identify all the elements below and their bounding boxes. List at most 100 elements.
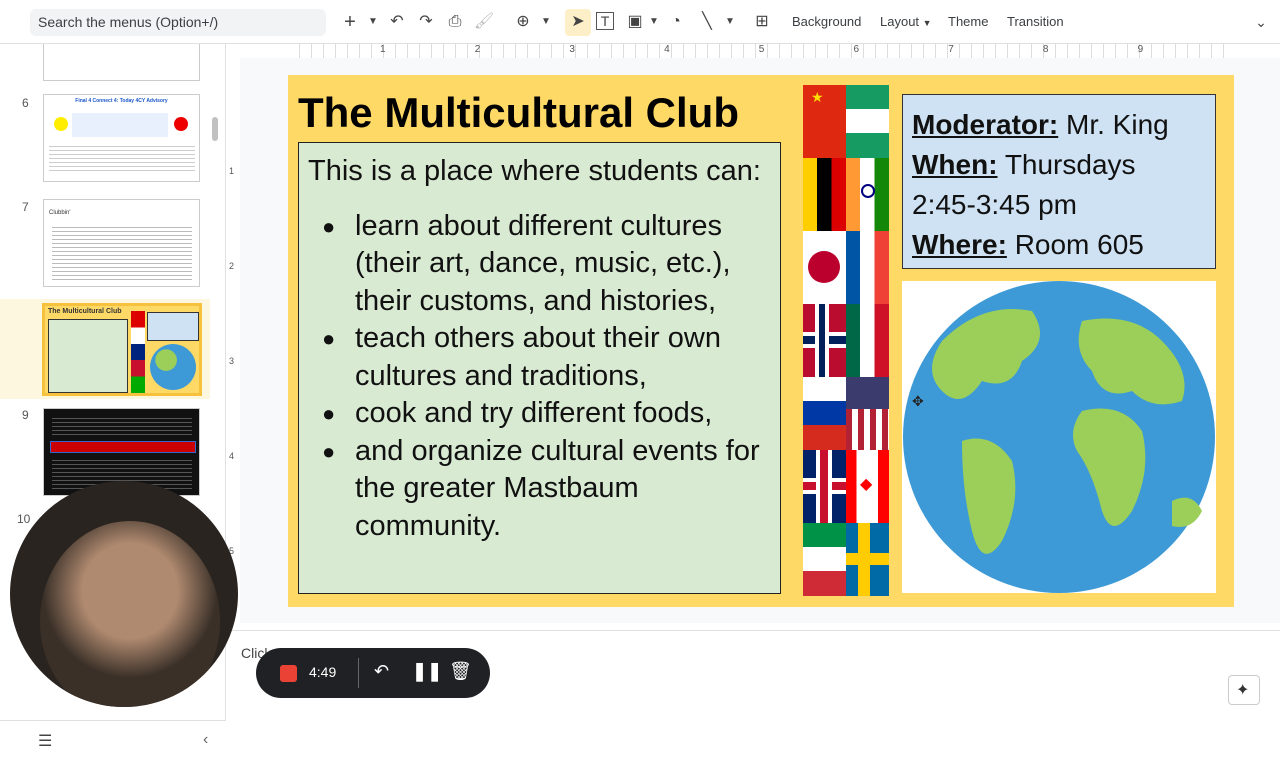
slide-thumbnail-5[interactable] [43,44,200,81]
slide-thumbnail-6[interactable]: Final 4 Connect 4: Today 4CY Advisory [43,94,200,182]
when-line: When: Thursdays [912,145,1206,185]
move-cursor-icon: ✥ [912,393,924,409]
transition-button[interactable]: Transition [1007,14,1064,29]
text-box-icon[interactable]: T [596,12,614,30]
divider [358,658,359,688]
vertical-ruler[interactable]: 12345 [226,58,240,618]
stop-recording-button[interactable] [280,665,297,682]
yellow-dot [54,117,68,131]
japan-flag [803,231,846,304]
toolbar: Search the menus (Option+/) + ▼ ↶ ↷ ⎙ 🖌 … [0,0,1280,44]
ruler-tick-label: 3 [229,356,235,366]
filmstrip-scrollbar[interactable] [212,117,218,141]
where-label: Where: [912,229,1007,260]
when-value: Thursdays [1004,149,1136,180]
germany-flag [803,158,846,231]
usa-flag [846,377,889,450]
image-dropdown-icon[interactable]: ▼ [643,12,665,32]
bullet-item: teach others about their own cultures an… [308,320,771,395]
moderator-label: Moderator: [912,109,1059,140]
grid-view-icon[interactable]: ☰ [38,731,52,751]
where-line: Where: Room 605 [912,225,1206,265]
france-flag [846,231,889,304]
ruler-tick-label: 4 [664,44,670,55]
ruler-tick-label: 2 [474,44,481,55]
bullet-item: and organize cultural events for the gre… [308,433,771,546]
assistant-button[interactable]: ✦ [1228,675,1260,705]
shape-icon[interactable]: ◔ [665,12,687,32]
ruler-tick-label: 1 [380,44,386,55]
comment-icon[interactable]: ⊞ [751,12,773,32]
ruler-tick-label: 7 [948,44,954,55]
slide-thumbnail-8[interactable]: The Multicultural Club [42,303,202,396]
horizontal-ruler[interactable]: 1 2 3 4 5 6 7 8 9 [288,44,1234,58]
bullet-item: cook and try different foods, [308,395,771,433]
slide-number: 7 [22,200,29,214]
slide-number: 10 [17,512,31,526]
globe-icon [903,281,1215,593]
thumbnail-text-box [48,319,128,393]
text-lines [52,415,192,437]
red-banner [50,441,196,453]
bullet-item: learn about different cultures (their ar… [308,208,771,321]
slide-title[interactable]: The Multicultural Club [298,89,739,137]
india-flag [846,158,889,231]
slide-number: 6 [22,96,29,110]
zoom-dropdown-icon[interactable]: ▼ [535,12,557,32]
recorder-controls: 4:49 ↶ ❚❚ 🗑 [256,648,490,698]
thumbnail-globe [150,344,196,390]
undo-icon[interactable]: ↶ [386,12,408,32]
ruler-tick-label: 6 [853,44,860,55]
collapse-panel-icon[interactable]: ‹ [203,731,208,749]
collapse-toolbar-icon[interactable]: ⌄ [1250,12,1272,32]
theme-button[interactable]: Theme [948,14,988,29]
chevron-down-icon[interactable]: ▼ [362,12,384,32]
recording-timer: 4:49 [309,664,337,680]
ruler-tick-label: 4 [229,451,235,461]
slide-thumbnail-7[interactable]: Clubbin' [43,199,200,287]
slide-number: 9 [22,408,29,422]
globe-image[interactable]: ✥ [902,281,1216,593]
restart-icon[interactable]: ↶ [374,661,389,682]
sparkle-icon: ✦ [1236,682,1250,699]
time-value: 2:45-3:45 pm [912,189,1077,220]
thumbnail-info [147,312,199,341]
print-icon[interactable]: ⎙ [444,12,466,32]
text-lines [52,224,192,280]
bullet-list: learn about different cultures (their ar… [308,208,771,546]
search-menus-input[interactable]: Search the menus (Option+/) [30,9,326,36]
russia-flag [803,377,846,450]
line-icon[interactable]: ╲ [696,12,718,32]
intro-text: This is a place where students can: [308,155,761,187]
uk-flag [803,450,846,523]
moderator-line: Moderator: Mr. King [912,105,1206,145]
paint-format-icon[interactable]: 🖌 [473,12,495,32]
zoom-icon[interactable]: ⊕ [512,12,534,32]
thumbnail-title: Clubbin' [49,210,71,216]
new-slide-icon[interactable]: + [339,12,361,32]
webcam-overlay[interactable] [10,481,238,707]
slide[interactable]: The Multicultural Club This is a place w… [288,75,1234,607]
ruler-tick-label: 8 [1042,44,1049,55]
ruler-tick-label: 1 [229,166,235,176]
description-box[interactable]: This is a place where students can: lear… [298,142,781,594]
pause-icon[interactable]: ❚❚ [412,661,442,682]
ruler-tick-label: 2 [229,261,235,271]
flag-green-white-red [803,523,846,596]
redo-icon[interactable]: ↷ [415,12,437,32]
info-box[interactable]: Moderator: Mr. King When: Thursdays 2:45… [902,94,1216,269]
background-button[interactable]: Background [792,14,861,29]
select-arrow-icon[interactable]: ➤ [567,12,589,32]
flags-image[interactable]: ★ ◆ [803,85,889,597]
when-label: When: [912,149,998,180]
layout-button[interactable]: Layout ▼ [880,14,932,29]
delete-icon[interactable]: 🗑 [449,661,472,682]
moderator-value: Mr. King [1066,109,1169,140]
line-dropdown-icon[interactable]: ▼ [719,12,741,32]
red-dot [174,117,188,131]
text-lines [49,143,195,173]
flag-green-white [846,85,889,158]
layout-label: Layout [880,14,920,29]
filmstrip-footer: ☰ ‹ [0,720,226,764]
matchup-box [72,113,168,137]
